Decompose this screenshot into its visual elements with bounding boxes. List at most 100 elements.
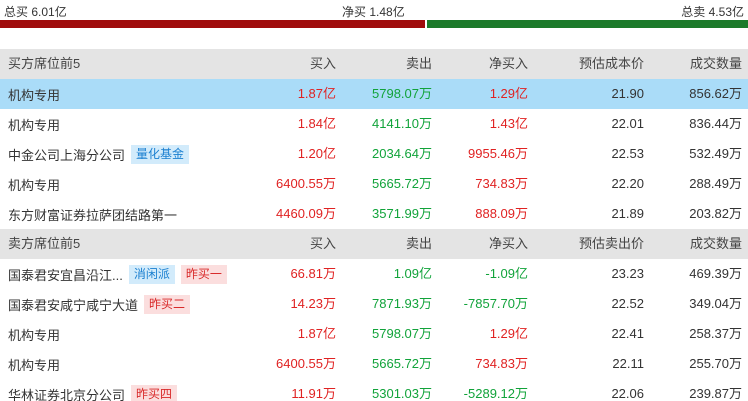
volume-column-header[interactable]: 成交数量 (690, 49, 742, 79)
estimated-price: 23.23 (611, 266, 644, 281)
buy-amount: 6400.55万 (276, 356, 336, 371)
net-buy-amount: 888.09万 (475, 206, 528, 221)
net-buy-amount: 9955.46万 (468, 146, 528, 161)
seat-tag-badge: 昨买一 (180, 264, 227, 284)
sell-amount: 5665.72万 (372, 176, 432, 191)
buy-seats-header: 买方席位前5 买入 卖出 净买入 预估成本价 成交数量 (0, 49, 748, 79)
trade-volume: 349.04万 (689, 296, 742, 311)
summary-bar: 总买 6.01亿 净买 1.48亿 总卖 4.53亿 (0, 0, 748, 29)
trade-volume: 469.39万 (689, 266, 742, 281)
seat-name-cell[interactable]: 国泰君安宜昌沿江... 消闲派 昨买一 (8, 259, 227, 289)
estimated-price: 22.41 (611, 326, 644, 341)
seat-name-cell[interactable]: 机构专用 (8, 169, 60, 199)
seat-name[interactable]: 中金公司上海分公司 (8, 145, 125, 164)
trade-volume: 836.44万 (689, 116, 742, 131)
sell-amount: 4141.10万 (372, 116, 432, 131)
table-row[interactable]: 机构专用 1.87亿 5798.07万 1.29亿 22.41 258.37万 (0, 319, 748, 349)
seat-tag-badge: 量化基金 (131, 144, 190, 164)
sell-amount: 1.09亿 (393, 266, 432, 281)
trade-volume: 288.49万 (689, 176, 742, 191)
estimated-price: 22.06 (611, 386, 644, 401)
buy-amount: 1.87亿 (297, 326, 336, 341)
net-buy-amount: -5289.12万 (463, 386, 528, 401)
table-row[interactable]: 华林证券北京分公司 昨买四 11.91万 5301.03万 -5289.12万 22.06… (0, 379, 748, 401)
sell-amount: 7871.93万 (372, 296, 432, 311)
seat-name[interactable]: 机构专用 (8, 325, 60, 344)
table-row[interactable]: 国泰君安咸宁咸宁大道 昨买二 14.23万 7871.93万 -7857.70万 22.5… (0, 289, 748, 319)
seat-name[interactable]: 机构专用 (8, 115, 60, 134)
table-row[interactable]: 机构专用 1.87亿 5798.07万 1.29亿 21.90 856.62万 (0, 79, 748, 109)
trade-volume: 258.37万 (689, 326, 742, 341)
seat-name-cell[interactable]: 机构专用 (8, 319, 60, 349)
table-row[interactable]: 机构专用 6400.55万 5665.72万 734.83万 22.20 288.49万 (0, 169, 748, 199)
buy-amount: 4460.09万 (276, 206, 336, 221)
sell-amount: 5798.07万 (372, 326, 432, 341)
table-row[interactable]: 机构专用 1.84亿 4141.10万 1.43亿 22.01 836.44万 (0, 109, 748, 139)
sell-amount: 2034.64万 (372, 146, 432, 161)
trade-volume: 856.62万 (689, 86, 742, 101)
seat-name-cell[interactable]: 国泰君安咸宁咸宁大道 昨买二 (8, 289, 191, 319)
seat-tag-badge: 昨买二 (144, 294, 191, 314)
seat-column-header: 卖方席位前5 (8, 236, 81, 251)
seat-name-cell[interactable]: 华林证券北京分公司 昨买四 (8, 379, 178, 401)
sell-amount: 5665.72万 (372, 356, 432, 371)
trade-volume: 239.87万 (689, 386, 742, 401)
volume-column-header[interactable]: 成交数量 (690, 229, 742, 259)
net-buy-amount: -1.09亿 (485, 266, 528, 281)
sell-seats-header: 卖方席位前5 买入 卖出 净买入 预估卖出价 成交数量 (0, 229, 748, 259)
sell-column-header[interactable]: 卖出 (406, 49, 432, 79)
seat-name-cell[interactable]: 机构专用 (8, 349, 60, 379)
buy-column-header[interactable]: 买入 (310, 229, 336, 259)
estimated-price: 22.11 (612, 356, 644, 371)
net-buy-column-header[interactable]: 净买入 (489, 49, 528, 79)
seat-tag-badge: 昨买四 (131, 384, 178, 401)
net-buy-amount: 1.29亿 (489, 326, 528, 341)
buy-amount: 1.87亿 (297, 86, 336, 101)
seat-name[interactable]: 机构专用 (8, 175, 60, 194)
estimated-price: 22.53 (611, 146, 644, 161)
seat-name-cell[interactable]: 中金公司上海分公司 量化基金 (8, 139, 190, 169)
buy-column-header[interactable]: 买入 (310, 49, 336, 79)
sell-column-header[interactable]: 卖出 (406, 229, 432, 259)
buy-amount: 11.91万 (291, 386, 336, 401)
seat-name-cell[interactable]: 机构专用 (8, 79, 60, 109)
price-column-header[interactable]: 预估卖出价 (579, 229, 644, 259)
buy-amount: 14.23万 (290, 296, 336, 311)
net-buy-amount: 1.43亿 (489, 116, 528, 131)
table-row[interactable]: 机构专用 6400.55万 5665.72万 734.83万 22.11 255.70万 (0, 349, 748, 379)
estimated-price: 22.52 (611, 296, 644, 311)
seat-name-cell[interactable]: 机构专用 (8, 109, 60, 139)
trade-volume: 532.49万 (689, 146, 742, 161)
trade-volume: 203.82万 (689, 206, 742, 221)
net-buy-amount: -7857.70万 (463, 296, 528, 311)
buy-amount: 1.20亿 (297, 146, 336, 161)
seat-name[interactable]: 华林证券北京分公司 (8, 385, 125, 401)
seat-name[interactable]: 国泰君安宜昌沿江... (8, 265, 123, 284)
sell-amount: 5798.07万 (372, 86, 432, 101)
seat-name[interactable]: 国泰君安咸宁咸宁大道 (8, 295, 138, 314)
price-column-header[interactable]: 预估成本价 (579, 49, 644, 79)
buy-proportion-bar (0, 20, 425, 28)
estimated-price: 21.90 (611, 86, 644, 101)
total-sell-label: 总卖 4.53亿 (681, 5, 744, 19)
seat-column-header: 买方席位前5 (8, 56, 81, 71)
table-row[interactable]: 东方财富证券拉萨团结路第一 4460.09万 3571.99万 888.09万 21.8… (0, 199, 748, 229)
table-row[interactable]: 中金公司上海分公司 量化基金 1.20亿 2034.64万 9955.46万 22.53 5… (0, 139, 748, 169)
buy-amount: 6400.55万 (276, 176, 336, 191)
buy-amount: 66.81万 (290, 266, 336, 281)
seat-tag-badge: 消闲派 (128, 264, 175, 284)
buy-amount: 1.84亿 (297, 116, 336, 131)
net-buy-amount: 1.29亿 (489, 86, 528, 101)
estimated-price: 21.89 (611, 206, 644, 221)
seat-name[interactable]: 机构专用 (8, 85, 60, 104)
seat-name[interactable]: 东方财富证券拉萨团结路第一 (8, 205, 177, 224)
sell-proportion-bar (427, 20, 748, 28)
net-buy-amount: 734.83万 (475, 176, 528, 191)
sell-amount: 5301.03万 (372, 386, 432, 401)
seat-name-cell[interactable]: 东方财富证券拉萨团结路第一 (8, 199, 177, 229)
net-buy-column-header[interactable]: 净买入 (489, 229, 528, 259)
seat-name[interactable]: 机构专用 (8, 355, 60, 374)
estimated-price: 22.20 (611, 176, 644, 191)
trade-volume: 255.70万 (689, 356, 742, 371)
table-row[interactable]: 国泰君安宜昌沿江... 消闲派 昨买一 66.81万 1.09亿 -1.09亿 23.23 4… (0, 259, 748, 289)
